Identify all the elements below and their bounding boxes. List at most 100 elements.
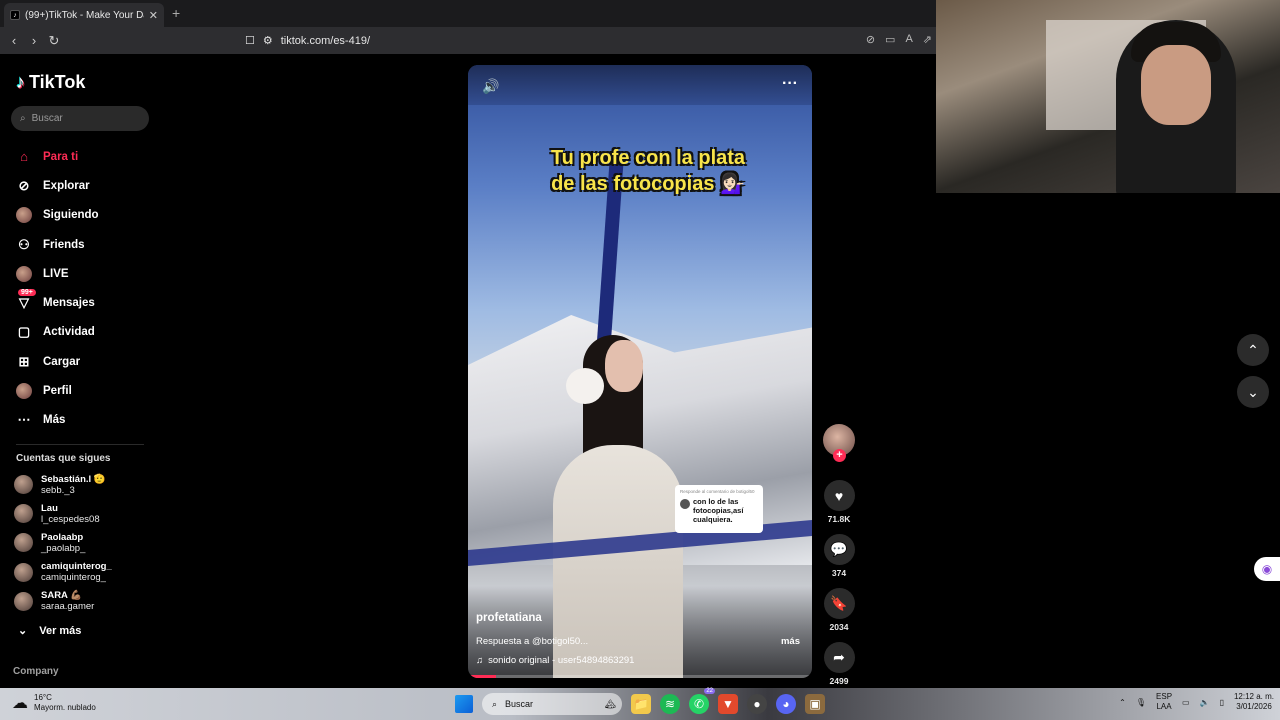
network-icon[interactable]: ▭ [1182, 698, 1190, 707]
spotify-icon[interactable]: ≋ [660, 694, 680, 714]
forward-icon[interactable]: › [24, 33, 44, 48]
tray-chevron-up-icon[interactable]: ⌃ [1119, 698, 1126, 707]
video-progress-bar[interactable] [468, 675, 812, 678]
new-tab-button[interactable]: + [172, 5, 180, 21]
sidebar-item-label: Siguiendo [43, 209, 99, 222]
whatsapp-icon[interactable]: ✆ 22 [689, 688, 715, 714]
reload-icon[interactable]: ↻ [44, 33, 64, 49]
account-item[interactable]: Paolaabp _paolabp_ [14, 528, 112, 557]
sidebar-item-live[interactable]: LIVE [16, 259, 99, 288]
bookmark-icon[interactable]: ☐ [245, 34, 255, 47]
avatar [680, 499, 690, 509]
github-icon[interactable]: ● [747, 694, 767, 714]
video-sound[interactable]: ♫ sonido original - user54894863291 [476, 655, 634, 666]
brave-browser-icon[interactable]: ▼ [718, 694, 738, 714]
account-username: l_cespedes08 [41, 513, 100, 525]
taskbar-search[interactable]: ⌕ Buscar 🏔 [482, 693, 622, 715]
sidebar-item-mas[interactable]: ⋯ Más [16, 406, 99, 435]
follow-plus-icon[interactable]: + [833, 449, 846, 462]
taskbar-apps: ⌕ Buscar 🏔 📁 ≋ ✆ 22 ▼ ● ◕ ▣ [455, 688, 825, 715]
more-options-icon[interactable]: ··· [782, 75, 798, 93]
sidebar-item-perfil[interactable]: Perfil [16, 376, 99, 405]
tab-close-icon[interactable]: ✕ [149, 9, 158, 22]
account-item[interactable]: Sebastián.l 🫡 sebb._3 [14, 470, 112, 499]
screen-icon[interactable]: ▭ [885, 33, 895, 46]
video-actions: + ♥ 71.8K 💬 374 🔖 2034 ➦ 2499 [822, 424, 856, 686]
activity-icon: ▢ [17, 324, 31, 340]
account-item[interactable]: SARA 💪🏽 saraa.gamer [14, 587, 112, 616]
clock[interactable]: 12:12 a. m. 3/01/2026 [1234, 692, 1274, 712]
sidebar-item-cargar[interactable]: ⊞ Cargar [16, 347, 99, 376]
account-item[interactable]: camiquinterog_ camiquinterog_ [14, 558, 112, 587]
sidebar-item-explorar[interactable]: ⊘ Explorar [16, 171, 99, 200]
share-icon[interactable]: ⇗ [923, 33, 932, 46]
keyboard-layout: LAA [1156, 702, 1172, 711]
video-caption: Respuesta a @botigol50... [476, 636, 589, 647]
volume-icon[interactable]: 🔈 [1200, 698, 1210, 707]
creator-avatar[interactable]: + [823, 424, 855, 462]
sidebar-item-para-ti[interactable]: ⌂ Para ti [16, 142, 99, 171]
windows-start-icon[interactable] [455, 695, 473, 713]
minecraft-icon[interactable]: ▣ [805, 694, 825, 714]
sidebar-item-actividad[interactable]: ▢ Actividad [16, 318, 99, 347]
discord-icon[interactable]: ◕ [776, 694, 796, 714]
profile-avatar-icon [16, 383, 32, 400]
translate-icon[interactable]: A [905, 33, 912, 46]
volume-icon[interactable]: 🔊 [482, 78, 499, 95]
live-avatar-icon [16, 265, 32, 282]
see-more-button[interactable]: ⌄ Ver más [18, 624, 81, 638]
messages-badge: 99+ [18, 289, 36, 297]
language-indicator[interactable]: ESP LAA [1156, 692, 1172, 712]
sidebar: ♪ TikTok ⌕ Buscar ⌂ Para ti ⊘ Explorar S… [0, 54, 160, 688]
compass-icon: ⊘ [18, 177, 30, 193]
sidebar-divider [16, 444, 144, 445]
company-link[interactable]: Company [13, 666, 59, 677]
video-progress-fill [468, 675, 496, 678]
logo-text: TikTok [29, 72, 86, 92]
address-bar[interactable]: ☐ ⚙ tiktok.com/es-419/ [245, 30, 845, 51]
video-player[interactable]: 🔊 ··· Tu profe con la plata de las fotoc… [468, 65, 812, 678]
site-info-icon[interactable]: ⚙ [263, 34, 273, 47]
browser-tab[interactable]: ♪ (99+)TikTok - Make Your Day ✕ [4, 3, 164, 27]
chevron-down-icon: ⌄ [18, 625, 28, 637]
avatar [14, 562, 33, 582]
chevron-up-icon[interactable]: ⌃ [1237, 334, 1269, 366]
caption-more-button[interactable]: más [781, 636, 800, 647]
sidebar-item-mensajes[interactable]: ▽ 99+ Mensajes [16, 288, 99, 317]
search-placeholder: Buscar [31, 113, 63, 124]
following-avatar-icon [16, 207, 32, 224]
mute-icon[interactable]: ⊘ [866, 33, 875, 46]
battery-icon[interactable]: ▯ [1220, 698, 1224, 707]
file-explorer-icon[interactable]: 📁 [631, 694, 651, 714]
search-icon: ⌕ [20, 113, 26, 124]
video-author[interactable]: profetatiana [476, 612, 542, 624]
search-input[interactable]: ⌕ Buscar [11, 106, 149, 131]
weather-widget[interactable]: ☁ 16°C Mayorm. nublado [12, 693, 96, 713]
bookmark-icon[interactable]: 🔖 [823, 588, 855, 619]
browser-edge-widget-icon[interactable]: ◉ [1254, 557, 1280, 581]
windows-taskbar: ☁ 16°C Mayorm. nublado ⌕ Buscar 🏔 📁 ≋ ✆ 2… [0, 688, 1280, 720]
account-name: SARA 💪🏽 [41, 590, 83, 602]
account-item[interactable]: Lau l_cespedes08 [14, 499, 112, 528]
search-icon: ⌕ [492, 698, 498, 709]
home-icon: ⌂ [20, 149, 28, 165]
chevron-down-icon[interactable]: ⌄ [1237, 376, 1269, 408]
microphone-icon[interactable]: 🎙 [1136, 698, 1146, 707]
sidebar-item-label: Actividad [43, 326, 95, 339]
comment-icon[interactable]: 💬 [823, 534, 855, 565]
cloud-icon: ☁ [12, 695, 28, 712]
back-icon[interactable]: ‹ [4, 33, 24, 48]
sidebar-item-label: Friends [43, 238, 85, 251]
browser-toolbar-icons: ⊘ ▭ A ⇗ [866, 33, 932, 46]
share-arrow-icon[interactable]: ➦ [823, 642, 855, 673]
sound-label: sonido original - user54894863291 [488, 655, 635, 666]
sidebar-item-label: Perfil [43, 385, 72, 398]
sidebar-item-siguiendo[interactable]: Siguiendo [16, 201, 99, 230]
tiktok-logo[interactable]: ♪ TikTok [16, 72, 85, 93]
avatar [14, 533, 33, 553]
account-name: Paolaabp [41, 531, 84, 543]
browser-tab-bar: ♪ (99+)TikTok - Make Your Day ✕ + [0, 0, 936, 27]
like-heart-icon[interactable]: ♥ [823, 480, 855, 511]
webcam-face [1141, 45, 1211, 125]
sidebar-item-friends[interactable]: ⚇ Friends [16, 230, 99, 259]
